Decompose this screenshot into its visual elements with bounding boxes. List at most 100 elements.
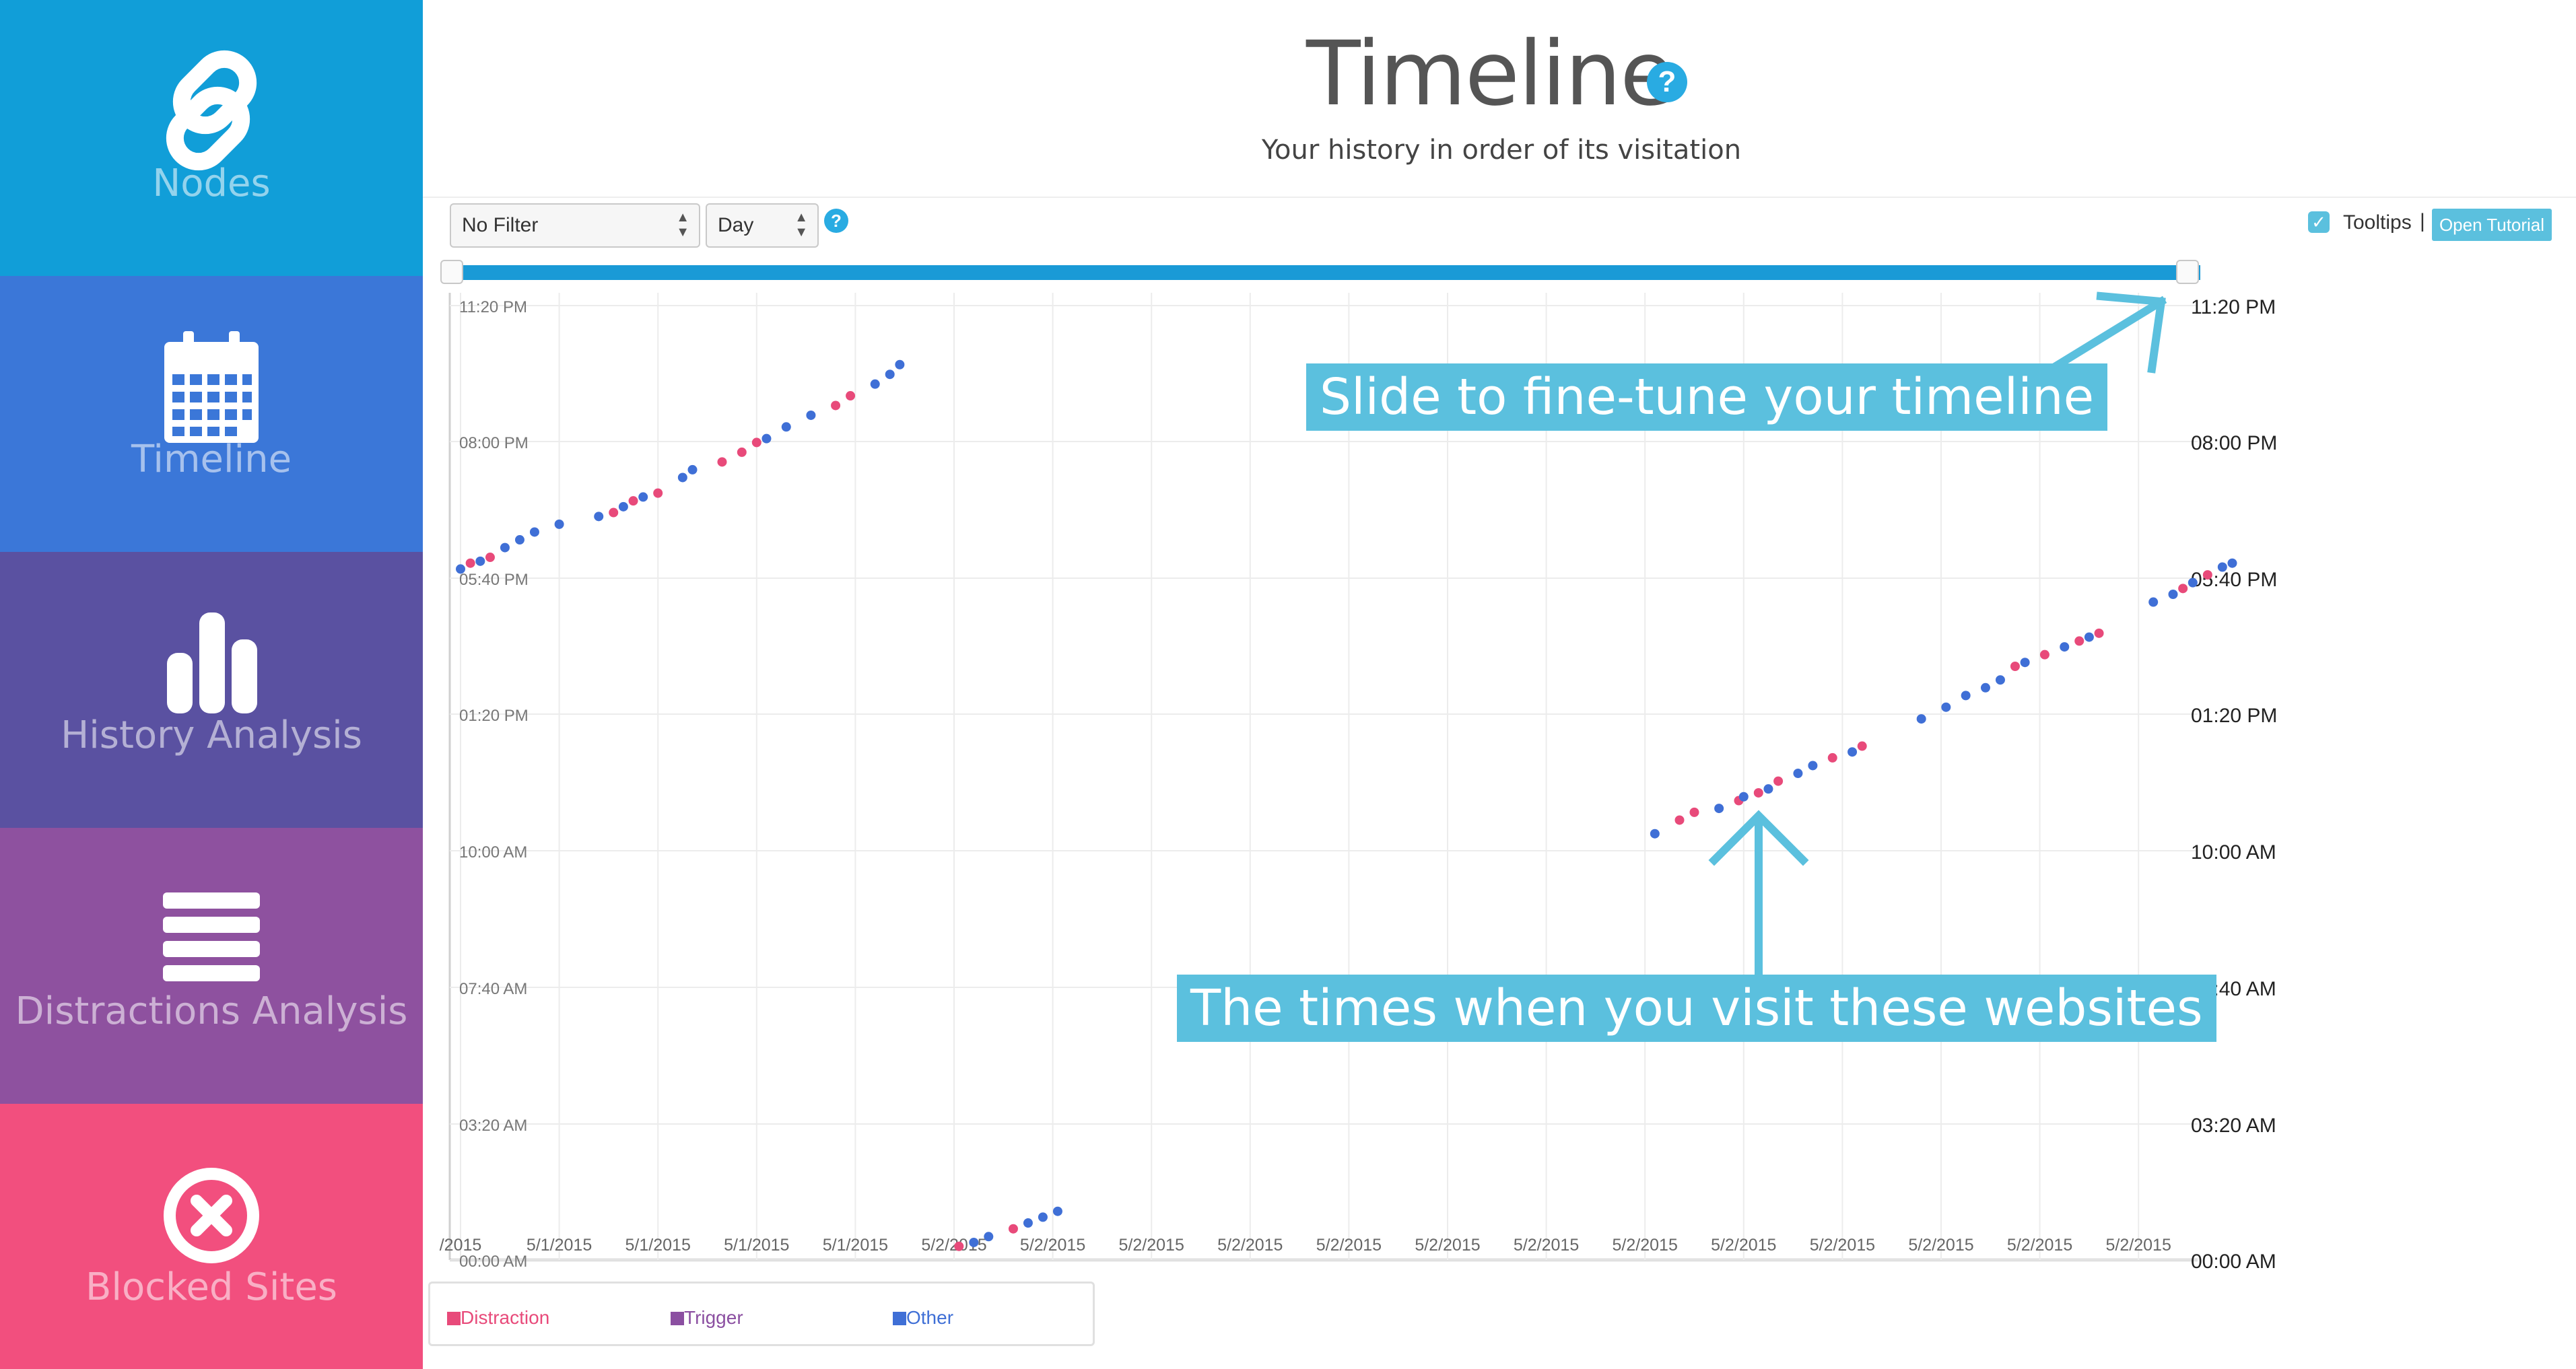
data-point-other xyxy=(1793,769,1803,779)
x-tick-label: 5/2/2015 xyxy=(1514,1236,1579,1255)
data-point-other xyxy=(529,527,539,537)
y-tick-label-left: 11:20 PM xyxy=(459,298,527,316)
x-tick-label: 5/2/2015 xyxy=(1316,1236,1382,1255)
period-select[interactable]: Day ▲ ▼ xyxy=(706,203,819,248)
data-point-other xyxy=(687,464,698,475)
data-point-other xyxy=(456,564,465,574)
data-point-other xyxy=(1980,682,1990,693)
legend-label: Trigger xyxy=(684,1307,743,1328)
page-title: Timeline xyxy=(1306,22,1674,126)
data-point-other xyxy=(1650,829,1660,839)
x-tick-label: 5/2/2015 xyxy=(1908,1236,1973,1255)
x-tick-label: 5/2/2015 xyxy=(1119,1236,1184,1255)
x-tick-label: 5/2/2015 xyxy=(2007,1236,2072,1255)
data-point-other xyxy=(761,433,772,444)
data-point-other xyxy=(2188,577,2198,588)
y-tick-label-right: 00:00 AM xyxy=(2191,1251,2276,1273)
y-tick-label-left: 01:20 PM xyxy=(459,707,529,725)
data-point-other xyxy=(2217,562,2227,572)
help-icon[interactable]: ? xyxy=(824,209,848,233)
x-tick-label: /2015 xyxy=(440,1236,482,1255)
x-tick-label: 5/2/2015 xyxy=(1613,1236,1678,1255)
sidebar-item-history-analysis[interactable]: History Analysis xyxy=(0,552,423,828)
data-point-distraction xyxy=(1753,787,1763,798)
legend-item-other[interactable]: Other xyxy=(893,1307,953,1329)
y-tick-label-right: 05:40 PM xyxy=(2191,569,2277,591)
data-point-other xyxy=(806,410,816,420)
arrow-to-points-head xyxy=(1708,810,1809,866)
legend-swatch xyxy=(447,1312,461,1325)
data-point-other xyxy=(1848,747,1858,757)
data-point-other xyxy=(984,1232,994,1242)
legend-item-distraction[interactable]: Distraction xyxy=(447,1307,549,1329)
page-subtitle: Your history in order of its visitation xyxy=(1261,135,1742,166)
data-point-distraction xyxy=(2094,628,2104,638)
data-point-other xyxy=(1995,675,2005,685)
data-point-distraction xyxy=(954,1241,964,1251)
data-point-distraction xyxy=(1857,741,1867,751)
x-tick-label: 5/2/2015 xyxy=(1810,1236,1875,1255)
sidebar-item-distractions-analysis[interactable]: Distractions Analysis xyxy=(0,828,423,1104)
data-point-distraction xyxy=(609,507,619,518)
y-tick-label-left: 05:40 PM xyxy=(459,571,529,589)
open-tutorial-button[interactable]: Open Tutorial xyxy=(2432,209,2552,241)
x-tick-label: 5/1/2015 xyxy=(724,1236,789,1255)
data-point-distraction xyxy=(1773,776,1784,786)
data-point-distraction xyxy=(717,457,727,467)
y-tick-label-right: 10:00 AM xyxy=(2191,841,2276,864)
legend-swatch xyxy=(893,1312,906,1325)
data-point-distraction xyxy=(2178,584,2188,594)
data-point-other xyxy=(2020,658,2030,668)
sidebar-item-timeline[interactable]: Timeline xyxy=(0,276,423,552)
data-point-other xyxy=(475,556,485,566)
filter-select-value: No Filter xyxy=(462,214,539,236)
data-point-other xyxy=(500,542,510,553)
y-tick-label-right: 01:20 PM xyxy=(2191,705,2277,727)
header-divider xyxy=(423,197,2576,198)
x-tick-label: 5/2/2015 xyxy=(1217,1236,1283,1255)
y-tick-label-right: 08:00 PM xyxy=(2191,432,2277,454)
y-tick-label-right: 11:20 PM xyxy=(2191,296,2276,318)
y-tick-label-left: 03:20 AM xyxy=(459,1117,527,1135)
data-point-other xyxy=(1763,784,1773,794)
x-tick-label: 5/2/2015 xyxy=(2106,1236,2171,1255)
y-tick-label-left: 07:40 AM xyxy=(459,980,527,998)
data-point-distraction xyxy=(846,391,856,401)
sidebar-item-label: Timeline xyxy=(131,437,292,481)
data-point-other xyxy=(618,501,628,512)
data-point-distraction xyxy=(1827,752,1837,763)
data-point-other xyxy=(895,359,905,370)
legend-swatch xyxy=(671,1312,684,1325)
slider-handle-end[interactable] xyxy=(2176,260,2199,284)
data-point-other xyxy=(1916,714,1926,724)
data-point-other xyxy=(969,1237,979,1247)
data-point-distraction xyxy=(1689,807,1699,817)
data-point-other xyxy=(514,535,524,545)
help-icon[interactable]: ? xyxy=(1647,62,1687,102)
data-point-other xyxy=(677,472,687,483)
arrow-to-slider-head xyxy=(2096,291,2166,374)
timeline-range-slider[interactable] xyxy=(450,265,2200,280)
data-point-distraction xyxy=(485,553,495,563)
data-point-other xyxy=(638,492,648,502)
sidebar-item-blocked-sites[interactable]: Blocked Sites xyxy=(0,1104,423,1369)
x-tick-label: 5/1/2015 xyxy=(625,1236,691,1255)
data-point-other xyxy=(2060,642,2070,652)
data-point-distraction xyxy=(1734,796,1744,806)
callout-points: The times when you visit these websites xyxy=(1177,975,2216,1042)
data-point-distraction xyxy=(1008,1224,1018,1234)
data-point-other xyxy=(2148,597,2159,607)
separator: | xyxy=(2420,210,2425,232)
x-tick-label: 5/2/2015 xyxy=(921,1236,986,1255)
legend-item-trigger[interactable]: Trigger xyxy=(671,1307,743,1329)
data-point-other xyxy=(781,422,791,432)
tooltips-label: Tooltips xyxy=(2343,211,2412,234)
slider-handle-start[interactable] xyxy=(440,260,463,284)
legend-label: Other xyxy=(906,1307,954,1328)
y-tick-label-right: 03:20 AM xyxy=(2191,1115,2276,1137)
tooltips-checkbox[interactable]: ✓ xyxy=(2308,211,2330,233)
data-point-other xyxy=(1023,1218,1033,1228)
data-point-distraction xyxy=(751,437,761,448)
filter-select[interactable]: No Filter ▲ ▼ xyxy=(450,203,700,248)
data-point-other xyxy=(1941,702,1951,712)
